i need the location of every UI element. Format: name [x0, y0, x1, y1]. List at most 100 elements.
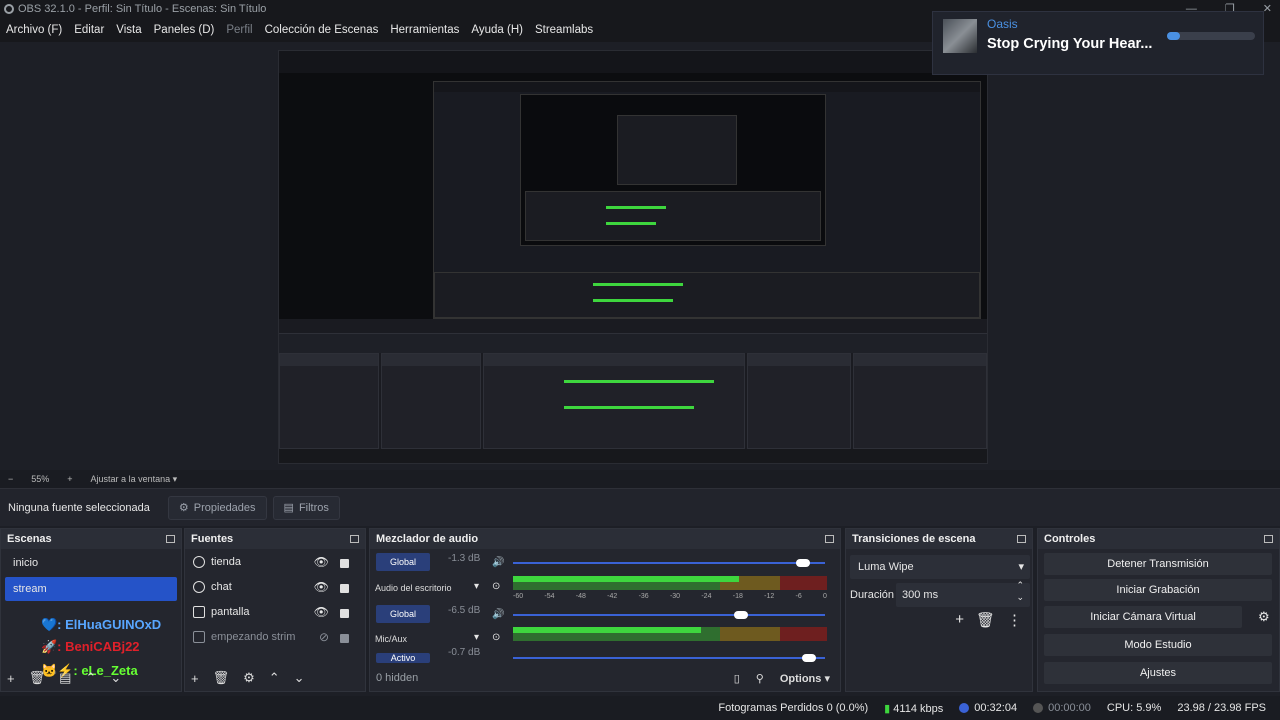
now-playing-notification[interactable]: Oasis Stop Crying Your Hear...: [932, 11, 1264, 75]
obs-logo-icon: [4, 4, 14, 14]
eye-hidden-icon[interactable]: ⊘: [319, 630, 329, 644]
track-label: Audio del escritorio: [375, 583, 452, 593]
layout-icon[interactable]: ▯: [734, 672, 740, 685]
gear-icon[interactable]: ⚙: [243, 670, 255, 686]
status-bar: Fotogramas Perdidos 0 (0.0%) ▮ 4114 kbps…: [0, 696, 1280, 720]
speaker-icon[interactable]: 🔊: [492, 609, 504, 620]
eye-icon[interactable]: 👁: [314, 555, 329, 569]
source-item-chat[interactable]: chat 👁: [185, 574, 365, 599]
trash-icon[interactable]: 🗑: [213, 670, 230, 686]
scenes-title: Escenas: [7, 533, 52, 545]
undock-icon[interactable]: [166, 535, 175, 543]
close-icon[interactable]: ✕: [1263, 0, 1272, 18]
stop-streaming-button[interactable]: Detener Transmisión: [1044, 553, 1272, 575]
add-transition-icon[interactable]: +: [955, 611, 964, 629]
program-preview[interactable]: [278, 50, 988, 464]
track-settings-icon[interactable]: ⊙: [492, 632, 500, 643]
volume-slider[interactable]: [513, 611, 825, 619]
scenes-footer: + 🗑 ▤ ⌃ ⌄: [1, 665, 181, 691]
scene-transitions-dock: Transiciones de escena Luma Wipe ▾ Durac…: [845, 528, 1033, 692]
controls-title: Controles: [1044, 533, 1096, 545]
volume-slider-handle[interactable]: [802, 654, 817, 662]
properties-button[interactable]: ⚙ Propiedades: [167, 495, 267, 520]
start-recording-button[interactable]: Iniciar Grabación: [1044, 579, 1272, 601]
move-down-icon[interactable]: ⌄: [110, 670, 121, 686]
menu-vista[interactable]: Vista: [116, 24, 141, 36]
chevron-down-icon[interactable]: ▾: [474, 581, 479, 592]
zoom-in-button[interactable]: +: [67, 474, 72, 484]
move-up-icon[interactable]: ⌃: [85, 670, 96, 686]
gear-icon[interactable]: ⚙: [1258, 606, 1276, 628]
move-up-icon[interactable]: ⌃: [269, 670, 280, 686]
track-mode-button[interactable]: Global: [376, 553, 430, 571]
track-settings-icon[interactable]: ⊙: [492, 581, 500, 592]
filters-button[interactable]: ▤ Filtros: [272, 495, 340, 520]
nested-mini-frame: [617, 115, 737, 185]
preview-toolbar: − 55% + Ajustar a la ventana ▾: [0, 470, 1280, 488]
controls-header: Controles: [1038, 529, 1279, 549]
display-icon: [193, 605, 205, 618]
source-item-pantalla[interactable]: pantalla 👁: [185, 599, 365, 624]
spinner-icon[interactable]: ⌃ ⌄: [1016, 579, 1024, 603]
chevron-down-icon[interactable]: ▾: [474, 632, 479, 643]
source-item-empezando-strim[interactable]: empezando strim ⊘: [185, 624, 365, 649]
volume-slider-handle[interactable]: [796, 559, 811, 567]
options-button[interactable]: Options ▾: [780, 672, 830, 685]
add-source-icon[interactable]: +: [191, 671, 199, 686]
settings-button[interactable]: Ajustes: [1044, 662, 1272, 684]
menu-archivo[interactable]: Archivo (F): [6, 24, 62, 36]
scene-item-stream[interactable]: stream: [5, 577, 177, 601]
duration-value: 300 ms: [902, 589, 939, 601]
volume-slider[interactable]: [513, 559, 825, 567]
volume-slider[interactable]: [513, 654, 825, 662]
menu-perfil[interactable]: Perfil: [226, 24, 252, 36]
zoom-out-button[interactable]: −: [8, 474, 13, 484]
link-icon[interactable]: ⚲: [756, 672, 764, 685]
duration-input[interactable]: 300 ms ⌃ ⌄: [896, 580, 1030, 607]
move-down-icon[interactable]: ⌄: [294, 670, 305, 686]
start-virtual-camera-button[interactable]: Iniciar Cámara Virtual: [1044, 606, 1242, 628]
mixer-title: Mezclador de audio: [376, 533, 479, 545]
bitrate-value: 4114 kbps: [893, 702, 944, 715]
fps-indicator: 23.98 / 23.98 FPS: [1177, 702, 1266, 714]
undock-icon[interactable]: [350, 535, 359, 543]
captured-screen-nested-preview: [433, 81, 981, 319]
dropped-frames: Fotogramas Perdidos 0 (0.0%): [718, 702, 869, 714]
lock-icon[interactable]: [340, 584, 349, 593]
undock-icon[interactable]: [825, 535, 834, 543]
nested-mini-docks: [525, 191, 821, 241]
track-db: -6.5 dB: [448, 605, 481, 616]
more-icon[interactable]: ⋮: [1007, 611, 1022, 629]
speaker-icon[interactable]: 🔊: [492, 557, 504, 568]
mixer-footer: 0 hidden ▯ ⚲ Options ▾: [370, 665, 840, 691]
menu-editar[interactable]: Editar: [74, 24, 104, 36]
chevron-down-icon: ▾: [824, 672, 830, 685]
lock-icon[interactable]: [340, 559, 349, 568]
menu-streamlabs[interactable]: Streamlabs: [535, 24, 593, 36]
undock-icon[interactable]: [1264, 535, 1273, 543]
cpu-usage: CPU: 5.9%: [1106, 702, 1162, 714]
lock-icon[interactable]: [340, 609, 349, 618]
menu-coleccion-escenas[interactable]: Colección de Escenas: [265, 24, 379, 36]
lock-icon[interactable]: [340, 634, 349, 643]
trash-icon[interactable]: 🗑: [29, 670, 46, 686]
undock-icon[interactable]: [1017, 535, 1026, 543]
filters-label: Filtros: [298, 501, 329, 514]
add-scene-icon[interactable]: +: [7, 671, 15, 686]
scene-filters-icon[interactable]: ▤: [59, 670, 71, 686]
trash-icon[interactable]: 🗑: [976, 611, 995, 629]
transition-select[interactable]: Luma Wipe ▾: [850, 555, 1030, 579]
source-item-tienda[interactable]: tienda 👁: [185, 549, 365, 574]
scene-item-inicio[interactable]: inicio: [5, 551, 177, 575]
eye-icon[interactable]: 👁: [314, 580, 329, 594]
studio-mode-button[interactable]: Modo Estudio: [1044, 634, 1272, 656]
menu-paneles[interactable]: Paneles (D): [154, 24, 215, 36]
menu-ayuda[interactable]: Ayuda (H): [471, 24, 523, 36]
browser-icon: [193, 580, 205, 593]
menu-herramientas[interactable]: Herramientas: [390, 24, 459, 36]
track-mode-button[interactable]: Global: [376, 605, 430, 623]
eye-icon[interactable]: 👁: [314, 605, 329, 619]
track-mode-button[interactable]: Activo: [376, 653, 430, 663]
fit-to-window-select[interactable]: Ajustar a la ventana ▾: [91, 474, 178, 485]
volume-slider-handle[interactable]: [733, 611, 748, 619]
